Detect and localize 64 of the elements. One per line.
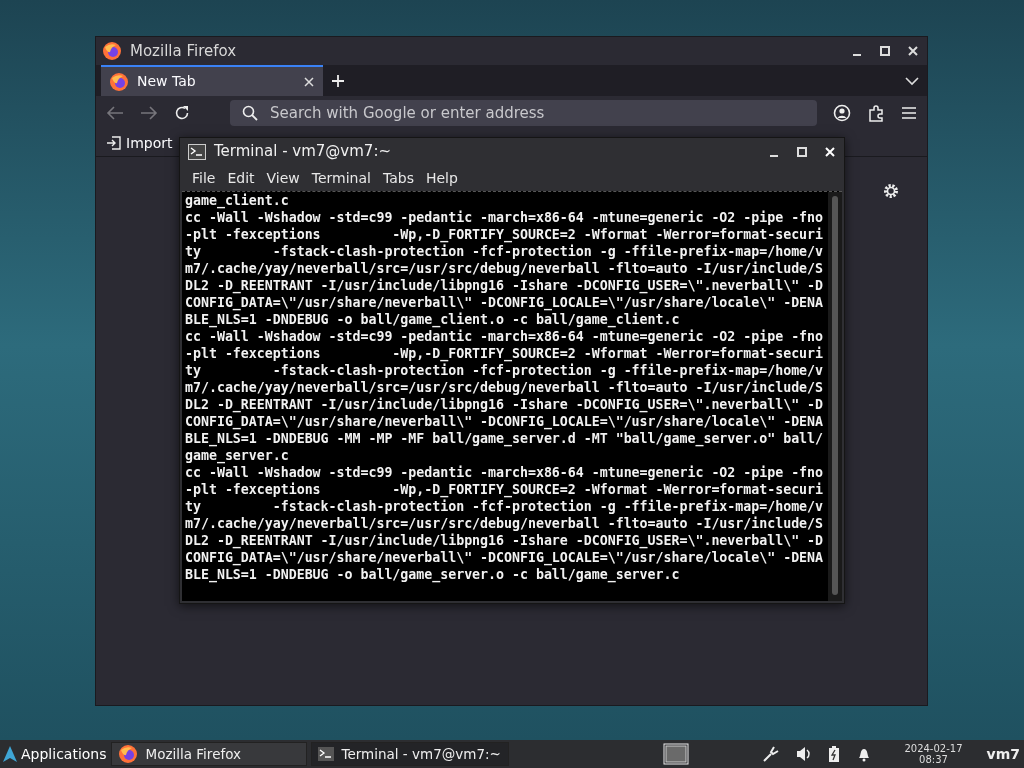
menu-item[interactable]: Terminal bbox=[305, 167, 377, 189]
scrollbar[interactable] bbox=[828, 192, 842, 601]
bookmark-link[interactable]: Import bbox=[106, 132, 173, 154]
puzzle-piece-icon[interactable] bbox=[867, 104, 885, 122]
terminal-output-line: m7/.cache/yay/neverball/src=/usr/src/debug/neverball -flto=auto -I/usr/include/S bbox=[185, 260, 825, 277]
reload-icon[interactable] bbox=[174, 105, 190, 121]
menu-item[interactable]: View bbox=[260, 167, 306, 189]
firefox-logo-icon bbox=[117, 744, 138, 764]
settings-icon[interactable] bbox=[882, 182, 900, 200]
user-name[interactable]: vm7 bbox=[986, 743, 1020, 765]
forward-arrow-icon[interactable] bbox=[140, 105, 158, 121]
terminal-output-line: m7/.cache/yay/neverball/src=/usr/src/debug/neverball -flto=auto -I/usr/include/S bbox=[185, 515, 825, 532]
terminal-output-line: BLE_NLS=1 -DNDEBUG -o ball/game_server.o -c ball/game_server.c bbox=[185, 566, 681, 583]
account-icon[interactable] bbox=[833, 104, 851, 122]
terminal-output-line: game_client.c bbox=[185, 192, 290, 209]
terminal-output-line: CONFIG_DATA=\"/usr/share/neverball\" -DCONFIG_LOCALE=\"/usr/share/locale\" -DENA bbox=[185, 294, 825, 311]
firefox-logo-icon bbox=[109, 71, 129, 92]
workspace-icon[interactable] bbox=[662, 743, 689, 765]
taskbar-button[interactable]: Terminal - vm7@vm7:~ bbox=[310, 742, 509, 766]
terminal-output-line: DL2 -D_REENTRANT -I/usr/include/libpng16 -Ishare -DCONFIG_USER=\".neverball\" -D bbox=[185, 396, 825, 413]
terminal-output-line: cc -Wall -Wshadow -std=c99 -pedantic -march=x86-64 -mtune=generic -O2 -pipe -fno bbox=[185, 209, 825, 226]
terminal-icon bbox=[188, 143, 206, 160]
window-title: Mozilla Firefox bbox=[130, 40, 238, 62]
clock-time: 08:37 bbox=[918, 754, 949, 765]
close-icon[interactable] bbox=[907, 45, 919, 57]
terminal-output-line: CONFIG_DATA=\"/usr/share/neverball\" -DCONFIG_LOCALE=\"/usr/share/locale\" -DENA bbox=[185, 413, 825, 430]
chevron-down-icon[interactable] bbox=[905, 75, 919, 86]
clock-date: 2024-02-17 bbox=[904, 743, 963, 754]
terminal-output-line: -plt -fexceptions -Wp,-D_FORTIFY_SOURCE=2 -Wformat -Werror=format-securi bbox=[185, 226, 825, 243]
applications-menu-button[interactable]: Applications bbox=[0, 743, 107, 765]
terminal-output-line: cc -Wall -Wshadow -std=c99 -pedantic -march=x86-64 -mtune=generic -O2 -pipe -fno bbox=[185, 464, 825, 481]
menu-item[interactable]: File bbox=[186, 167, 222, 189]
terminal-output-line: m7/.cache/yay/neverball/src=/usr/src/debug/neverball -flto=auto -I/usr/include/S bbox=[185, 379, 825, 396]
menu-item[interactable]: Edit bbox=[221, 167, 261, 189]
terminal-output-line: CONFIG_DATA=\"/usr/share/neverball\" -DCONFIG_LOCALE=\"/usr/share/locale\" -DENA bbox=[185, 549, 825, 566]
import-icon bbox=[106, 135, 122, 151]
firefox-logo-icon bbox=[102, 41, 122, 61]
terminal-output-line: BLE_NLS=1 -DNDEBUG -o ball/game_client.o -c ball/game_client.c bbox=[185, 311, 681, 328]
browser-tab[interactable]: New Tab bbox=[101, 65, 323, 96]
terminal-output-line: DL2 -D_REENTRANT -I/usr/include/libpng16 -Ishare -DCONFIG_USER=\".neverball\" -D bbox=[185, 532, 825, 549]
menu-icon[interactable] bbox=[901, 106, 917, 120]
window-title: Terminal - vm7@vm7:~ bbox=[214, 141, 393, 163]
taskbar-button[interactable]: Mozilla Firefox bbox=[110, 742, 307, 766]
speaker-icon[interactable] bbox=[796, 746, 813, 762]
terminal-output-line: ty -fstack-clash-protection -fcf-protection -g -ffile-prefix-map=/home/v bbox=[185, 498, 825, 515]
terminal-output-line: game_server.c bbox=[185, 447, 290, 464]
terminal-output-line: BLE_NLS=1 -DNDEBUG -MM -MP -MF ball/game_server.d -MT "ball/game_server.o" ball/ bbox=[185, 430, 825, 447]
terminal-icon bbox=[317, 747, 334, 761]
back-arrow-icon[interactable] bbox=[106, 105, 124, 121]
terminal-output-line: ty -fstack-clash-protection -fcf-protection -g -ffile-prefix-map=/home/v bbox=[185, 243, 825, 260]
menu-item[interactable]: Tabs bbox=[376, 167, 420, 189]
maximize-icon[interactable] bbox=[796, 145, 808, 158]
terminal-output-line: cc -Wall -Wshadow -std=c99 -pedantic -march=x86-64 -mtune=generic -O2 -pipe -fno bbox=[185, 328, 825, 345]
address-field[interactable]: Search with Google or enter address bbox=[230, 100, 817, 126]
terminal-output-line: -plt -fexceptions -Wp,-D_FORTIFY_SOURCE=2 -Wformat -Werror=format-securi bbox=[185, 481, 825, 498]
terminal-output-line: DL2 -D_REENTRANT -I/usr/include/libpng16 -Ishare -DCONFIG_USER=\".neverball\" -D bbox=[185, 277, 825, 294]
maximize-icon[interactable] bbox=[879, 45, 891, 57]
close-icon[interactable] bbox=[303, 75, 315, 88]
menu-item[interactable]: Help bbox=[419, 167, 464, 189]
plus-icon[interactable] bbox=[331, 73, 345, 88]
battery-icon[interactable] bbox=[828, 746, 841, 762]
terminal-output-line: ty -fstack-clash-protection -fcf-protection -g -ffile-prefix-map=/home/v bbox=[185, 362, 825, 379]
launcher-icon bbox=[3, 746, 17, 762]
terminal-output-line: -plt -fexceptions -Wp,-D_FORTIFY_SOURCE=2 -Wformat -Werror=format-securi bbox=[185, 345, 825, 362]
